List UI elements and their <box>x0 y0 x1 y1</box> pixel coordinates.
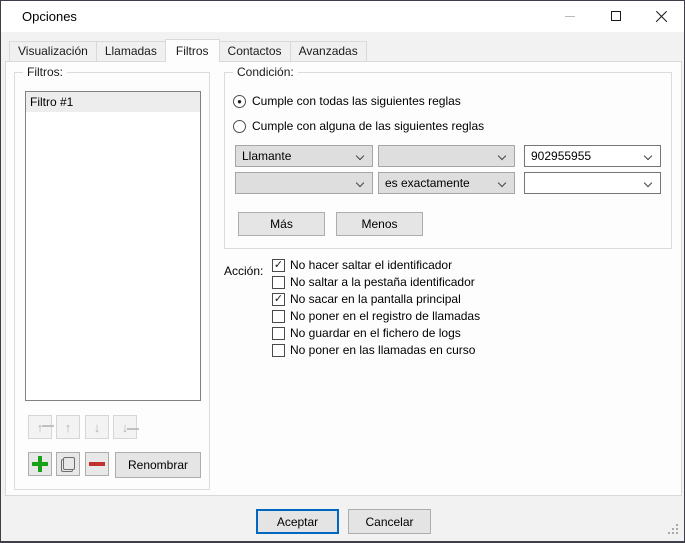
checkbox-label: No saltar a la pestaña identificador <box>290 275 475 289</box>
rename-button[interactable]: Renombrar <box>115 452 201 478</box>
tab-avanzadas[interactable]: Avanzadas <box>290 41 367 61</box>
tab-visualizacion[interactable]: Visualización <box>9 41 97 61</box>
resize-grip-dots <box>668 524 670 526</box>
checkbox-label: No poner en el registro de llamadas <box>290 309 480 323</box>
filters-tab-page: Filtros: Filtro #1 ↑ ↑ ↓ ↓ <box>5 61 682 496</box>
rule2-operator-dropdown[interactable]: es exactamente <box>378 172 515 194</box>
rule1-field-value: Llamante <box>242 149 291 163</box>
chevron-down-icon <box>644 152 652 160</box>
move-to-bottom-icon: ↓ <box>122 421 129 434</box>
checkbox-no-current-calls[interactable]: No poner en las llamadas en curso <box>272 343 475 357</box>
move-down-icon: ↓ <box>94 421 101 434</box>
tab-llamadas[interactable]: Llamadas <box>96 41 166 61</box>
add-icon <box>32 456 48 472</box>
move-down-button[interactable]: ↓ <box>85 415 109 439</box>
checkbox-icon[interactable] <box>272 310 285 323</box>
options-dialog: Opciones Visualización Llamadas Filtros … <box>0 0 685 543</box>
rule2-value-combobox[interactable] <box>524 172 661 194</box>
fewer-rules-button[interactable]: Menos <box>336 212 423 236</box>
cancel-button[interactable]: Cancelar <box>348 509 431 534</box>
rule1-value-combobox[interactable]: 902955955 <box>524 145 661 167</box>
rule2-field-dropdown[interactable] <box>235 172 373 194</box>
chevron-down-icon <box>356 179 364 187</box>
condition-group-label: Condición: <box>233 65 298 79</box>
action-label: Acción: <box>224 264 263 278</box>
remove-icon <box>89 462 105 466</box>
checkbox-no-show-main-screen[interactable]: ✓ No sacar en la pantalla principal <box>272 292 461 306</box>
checkbox-icon[interactable] <box>272 344 285 357</box>
resize-grip[interactable] <box>668 524 680 536</box>
tab-filtros[interactable]: Filtros <box>165 39 220 62</box>
move-to-top-button[interactable]: ↑ <box>28 415 52 439</box>
tab-contactos[interactable]: Contactos <box>219 41 291 61</box>
condition-group: Condición: ● Cumple con todas las siguie… <box>224 72 672 249</box>
rule1-field-dropdown[interactable]: Llamante <box>235 145 373 167</box>
close-icon <box>655 10 668 23</box>
rule1-value-text: 902955955 <box>531 149 591 163</box>
radio-icon[interactable]: ● <box>233 95 246 108</box>
close-button[interactable] <box>639 1 684 31</box>
more-rules-button[interactable]: Más <box>238 212 325 236</box>
radio-label: Cumple con todas las siguientes reglas <box>252 94 461 108</box>
chevron-down-icon <box>498 152 506 160</box>
move-up-icon: ↑ <box>65 421 72 434</box>
chevron-down-icon <box>644 179 652 187</box>
checkbox-icon[interactable] <box>272 327 285 340</box>
remove-filter-button[interactable] <box>85 452 109 476</box>
radio-icon[interactable] <box>233 120 246 133</box>
checkbox-no-log-file[interactable]: No guardar en el fichero de logs <box>272 326 461 340</box>
filters-group: Filtros: Filtro #1 ↑ ↑ ↓ ↓ <box>14 72 210 490</box>
rule1-operator-dropdown[interactable] <box>378 145 515 167</box>
duplicate-filter-button[interactable] <box>56 452 80 476</box>
minimize-button[interactable] <box>547 1 592 31</box>
maximize-button[interactable] <box>593 1 638 31</box>
accept-button[interactable]: Aceptar <box>256 509 339 534</box>
window-title: Opciones <box>22 9 77 24</box>
duplicate-icon <box>61 457 75 472</box>
list-item[interactable]: Filtro #1 <box>26 92 200 112</box>
filters-group-label: Filtros: <box>23 65 67 79</box>
checkbox-icon[interactable]: ✓ <box>272 259 285 272</box>
checkbox-label: No sacar en la pantalla principal <box>290 292 461 306</box>
checkbox-no-call-log[interactable]: No poner en el registro de llamadas <box>272 309 480 323</box>
checkbox-no-popup-identifier[interactable]: ✓ No hacer saltar el identificador <box>272 258 452 272</box>
minimize-icon <box>565 16 575 17</box>
checkbox-icon[interactable]: ✓ <box>272 293 285 306</box>
radio-label: Cumple con alguna de las siguientes regl… <box>252 119 484 133</box>
move-to-bottom-button[interactable]: ↓ <box>113 415 137 439</box>
checkbox-no-jump-identifier-tab[interactable]: No saltar a la pestaña identificador <box>272 275 475 289</box>
radio-match-any[interactable]: Cumple con alguna de las siguientes regl… <box>233 119 484 133</box>
title-bar: Opciones <box>1 1 684 32</box>
move-to-top-icon: ↑ <box>37 421 44 434</box>
rule2-operator-value: es exactamente <box>385 176 470 190</box>
checkbox-label: No poner en las llamadas en curso <box>290 343 475 357</box>
chevron-down-icon <box>498 179 506 187</box>
filters-list[interactable]: Filtro #1 <box>25 91 201 401</box>
chevron-down-icon <box>356 152 364 160</box>
maximize-icon <box>611 11 621 21</box>
checkbox-label: No guardar en el fichero de logs <box>290 326 461 340</box>
tab-strip: Visualización Llamadas Filtros Contactos… <box>9 38 366 61</box>
radio-match-all[interactable]: ● Cumple con todas las siguientes reglas <box>233 94 461 108</box>
checkbox-label: No hacer saltar el identificador <box>290 258 452 272</box>
checkbox-icon[interactable] <box>272 276 285 289</box>
move-up-button[interactable]: ↑ <box>56 415 80 439</box>
add-filter-button[interactable] <box>28 452 52 476</box>
